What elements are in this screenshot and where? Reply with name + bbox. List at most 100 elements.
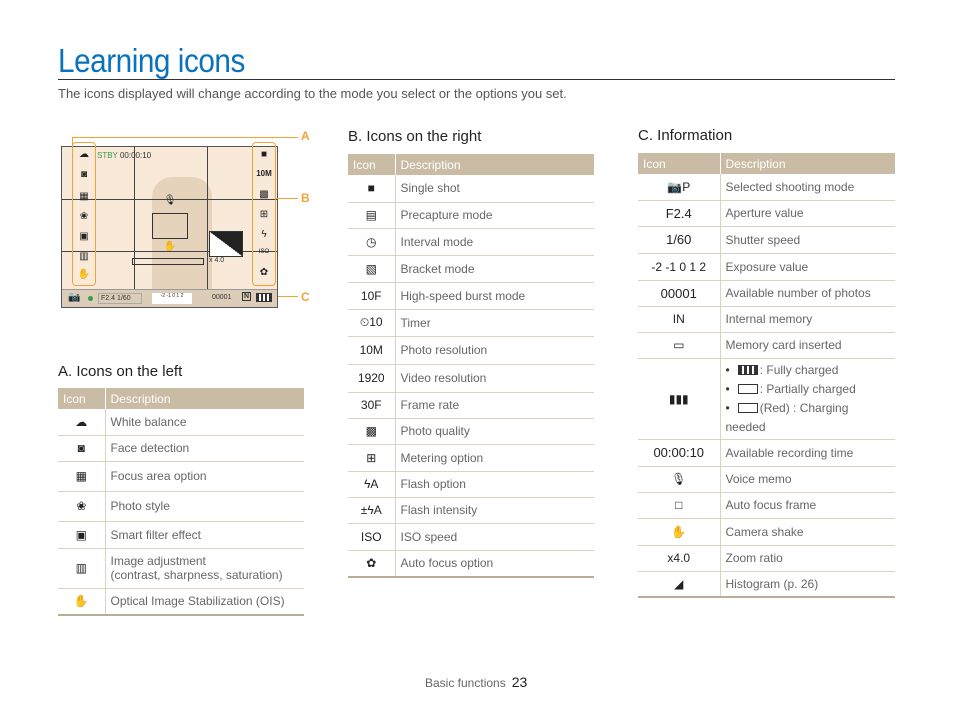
photo-resolution-icon: 10M — [348, 336, 396, 365]
info-bar: 📷 F2.4 1/60 -2 -1 0 1 2 00001 N — [62, 289, 277, 307]
description-text: Smart filter effect — [110, 527, 201, 542]
camera-shake-icon: ✋ — [163, 241, 177, 252]
af-option-icon: ✿ — [348, 550, 396, 578]
battery-state-item: : Fully charged — [726, 361, 891, 380]
row-description: Exposure value — [720, 253, 895, 281]
shooting-mode-icon: 📷 — [68, 292, 81, 303]
description-text: Available number of photos — [725, 286, 871, 300]
header-description: Description — [395, 154, 594, 175]
battery-state-label: : Fully charged — [759, 362, 839, 377]
section-title-right: B. Icons on the right — [348, 128, 482, 145]
description-text: Face detection — [110, 441, 190, 455]
description-text: Video resolution — [400, 371, 487, 385]
description-text: Auto focus option — [400, 556, 494, 571]
table-row: ▧ Bracket mode — [348, 255, 594, 283]
title-rule — [58, 79, 895, 80]
image-adjust-icon: ▥ — [58, 548, 106, 589]
single-shot-icon: ■ — [260, 149, 268, 160]
row-description: Memory card inserted — [720, 332, 895, 359]
video-resolution-icon: 1920 — [348, 364, 396, 393]
callout-line-a — [72, 137, 298, 138]
table-row: 1920 Video resolution — [348, 364, 594, 393]
row-description: ISO speed — [395, 523, 594, 551]
table-row: F2.4 Aperture value — [638, 200, 895, 227]
table-row: ❀ Photo style — [58, 491, 304, 522]
table-row: 📷P Selected shooting mode — [638, 174, 895, 201]
callout-c: C — [301, 290, 310, 304]
description-text: Available recording time — [725, 445, 854, 460]
photo-quality-icon: ▩ — [348, 418, 396, 445]
table-row: ϟA Flash option — [348, 471, 594, 498]
status-readout: STBY 00:00:10 — [97, 151, 152, 160]
iso-icon: ISO — [348, 523, 396, 551]
header-description: Description — [105, 388, 304, 409]
row-description: Internal memory — [720, 306, 895, 333]
shooting-mode-icon: 📷P — [638, 174, 721, 201]
voice-memo-icon: 🎙 — [163, 195, 177, 206]
exposure-box: F2.4 1/60 — [98, 293, 142, 304]
page-number: 23 — [511, 674, 528, 690]
description-text: Exposure value — [725, 259, 809, 274]
header-icon: Icon — [348, 154, 396, 175]
table-row: ISO ISO speed — [348, 523, 594, 551]
description-text: Single shot — [400, 181, 460, 196]
table-row: ☁ White balance — [58, 409, 304, 436]
photo-quality-icon: ▩ — [259, 189, 269, 200]
focus-area-icon: ▦ — [58, 461, 106, 492]
histogram-icon: ◢ — [638, 571, 721, 598]
photo-style-icon: ❀ — [79, 211, 89, 222]
description-text: Photo resolution — [400, 343, 488, 357]
memory-card-icon: ▭ — [638, 332, 721, 359]
flash-intensity-icon: ±ϟA — [348, 497, 396, 524]
photo-count: 00001 — [212, 294, 232, 301]
description-text: ISO speed — [400, 529, 458, 544]
table-row: ▮▮▮: Fully charged: Partially charged (Re… — [638, 358, 895, 440]
flash-icon: ϟA — [348, 471, 396, 498]
exposure-scale: -2 -1 0 1 2 — [152, 293, 192, 304]
header-icon: Icon — [58, 388, 106, 409]
table-row: □ Auto focus frame — [638, 492, 895, 519]
table-row: ✋ Camera shake — [638, 518, 895, 546]
table-row: ✿ Auto focus option — [348, 550, 594, 578]
smart-filter-icon: ▣ — [58, 521, 106, 549]
description-text: Memory card inserted — [725, 338, 842, 352]
frame-rate-icon: 30F — [348, 392, 396, 419]
battery-state-item: (Red) : Charging needed — [726, 399, 891, 437]
table-row: 00:00:10 Available recording time — [638, 439, 895, 467]
iso-icon: ISO — [258, 249, 270, 255]
ois-icon: ✋ — [77, 269, 91, 280]
table-row: -2 -1 0 1 2 Exposure value — [638, 253, 895, 281]
battery-state-icon — [737, 403, 758, 414]
table-row: 10F High-speed burst mode — [348, 282, 594, 310]
af-option-icon: ✿ — [259, 267, 269, 278]
footer-section: Basic functions — [425, 676, 506, 690]
table-row: 🎙 Voice memo — [638, 466, 895, 493]
af-frame-icon: □ — [638, 492, 721, 519]
left-icons-table: Icon Description ☁ White balance ◙ Face det… — [58, 388, 304, 616]
row-description: Shutter speed — [720, 226, 895, 254]
internal-memory-icon: N — [242, 292, 252, 301]
grid-line — [134, 147, 135, 289]
aperture-text: F2.4 — [638, 200, 721, 227]
table-row: ⏲10 Timer — [348, 309, 594, 337]
battery-state-label: : Partially charged — [759, 381, 856, 396]
interval-icon: ◷ — [348, 228, 396, 256]
description-text: Histogram (p. 26) — [725, 576, 819, 591]
row-description: White balance — [105, 409, 304, 436]
table-row: ▤ Precapture mode — [348, 202, 594, 229]
description-text: Metering option — [400, 450, 484, 465]
row-description: Frame rate — [395, 392, 594, 419]
table-row: ▦ Focus area option — [58, 461, 304, 492]
single-shot-icon: ■ — [348, 175, 396, 203]
description-text: Shutter speed — [725, 232, 801, 247]
timer-icon: ⏲10 — [348, 309, 396, 337]
description-text: Bracket mode — [400, 261, 475, 276]
photo-resolution-icon: 10M — [256, 169, 272, 178]
battery-state-icon — [737, 384, 758, 395]
description-text: Auto focus frame — [725, 498, 817, 512]
internal-memory-icon: IN — [638, 306, 721, 333]
white-balance-icon: ☁ — [58, 409, 106, 436]
burst-icon: 10F — [348, 282, 396, 310]
row-description: Face detection — [105, 435, 304, 462]
table-row: 00001 Available number of photos — [638, 280, 895, 307]
